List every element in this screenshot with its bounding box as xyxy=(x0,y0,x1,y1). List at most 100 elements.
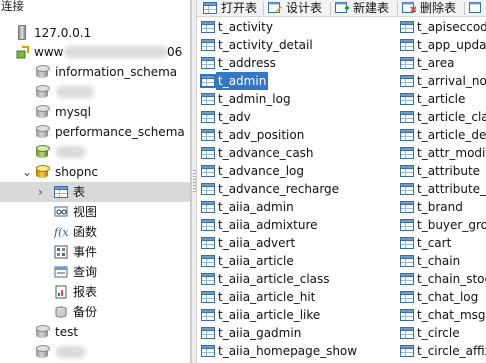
table-name: t_article_det xyxy=(417,128,486,142)
table-icon xyxy=(400,57,414,69)
table-name: t_adv_position xyxy=(218,128,305,142)
tree-item-connection[interactable]: 127.0.0.1 xyxy=(0,23,190,43)
tree-item-database[interactable] xyxy=(0,82,190,102)
database-icon xyxy=(36,65,50,79)
table-icon xyxy=(400,309,414,321)
database-icon xyxy=(36,125,50,139)
database-icon xyxy=(36,345,50,359)
database-label: shopnc xyxy=(55,165,99,179)
table-icon xyxy=(400,255,414,267)
toolbar-separator xyxy=(397,2,398,15)
new-table-label: 新建表 xyxy=(353,1,390,15)
redacted-text xyxy=(56,86,94,98)
tree-item-database[interactable] xyxy=(0,142,190,162)
table-name: t_adv xyxy=(218,110,251,124)
design-table-label: 设计表 xyxy=(286,1,323,15)
table-icon xyxy=(54,186,68,198)
tree-item-label: 备份 xyxy=(73,305,98,319)
tree-item-label: 表 xyxy=(73,185,86,199)
import-button[interactable]: 导 xyxy=(469,0,486,16)
redacted-text xyxy=(56,346,86,358)
table-icon xyxy=(201,93,215,105)
tree-item-database[interactable]: information_schema xyxy=(0,62,190,82)
table-icon xyxy=(400,183,414,195)
toolbar-separator xyxy=(330,2,331,15)
tree-item-reports[interactable]: 报表 xyxy=(0,282,190,302)
design-table-button[interactable]: 设计表 xyxy=(268,0,330,16)
delete-icon xyxy=(402,2,417,14)
new-table-button[interactable]: 新建表 xyxy=(335,0,397,16)
tree-item-backups[interactable]: 备份 xyxy=(0,302,190,322)
table-icon xyxy=(201,39,215,51)
table-name: t_advance_log xyxy=(218,164,305,178)
table-icon xyxy=(201,309,215,321)
tree-item-tables[interactable]: › 表 xyxy=(0,182,190,202)
splitter-grip[interactable] xyxy=(193,170,196,192)
table-name: t_aiia_admin xyxy=(218,200,294,214)
tree-item-views[interactable]: 视图 xyxy=(0,202,190,222)
table-icon xyxy=(400,165,414,177)
table-icon xyxy=(400,129,414,141)
tree-item-functions[interactable]: f(x) 函数 xyxy=(0,222,190,242)
table-icon xyxy=(203,2,217,14)
connection-open-icon xyxy=(16,45,30,59)
table-name: t_advance_cash xyxy=(218,146,314,160)
table-name: t_advance_recharge xyxy=(218,182,340,196)
tree-item-server[interactable]: www 06 xyxy=(0,42,190,62)
chevron-right-icon[interactable]: › xyxy=(38,182,43,202)
table-name: t_circle_affix xyxy=(417,344,486,358)
table-icon xyxy=(200,74,216,88)
table-name: t_aiia_advert xyxy=(218,236,296,250)
delete-table-button[interactable]: 删除表 xyxy=(402,0,464,16)
table-icon xyxy=(400,291,414,303)
database-icon xyxy=(36,145,50,159)
view-icon xyxy=(54,205,68,219)
table-name: t_aiia_article_class xyxy=(218,272,330,286)
table-name: t_circle xyxy=(417,326,460,340)
tree-item-database[interactable]: test xyxy=(0,322,190,342)
tree-item-database[interactable]: mysql xyxy=(0,102,190,122)
tree-item-label: 报表 xyxy=(73,285,98,299)
open-table-button[interactable]: 打开表 xyxy=(203,0,263,16)
import-icon xyxy=(469,2,483,14)
table-icon xyxy=(400,39,414,51)
table-name: t_attr_modif xyxy=(417,146,486,160)
design-icon xyxy=(268,2,282,14)
table-icon xyxy=(201,165,215,177)
database-icon xyxy=(36,85,50,99)
table-icon xyxy=(201,345,215,357)
table-name: t_aiia_homepage_show xyxy=(218,344,358,358)
tree-item-queries[interactable]: 查询 xyxy=(0,262,190,282)
toolbar-separator xyxy=(464,2,465,15)
tree-header: 连接 xyxy=(1,0,24,13)
event-icon xyxy=(54,245,68,259)
tree-item-label: 查询 xyxy=(73,265,98,279)
table-name: t_activity xyxy=(218,20,273,34)
tree-item-database-shopnc[interactable]: ⌄ shopnc xyxy=(0,162,190,182)
table-icon xyxy=(400,111,414,123)
database-icon xyxy=(36,105,50,119)
database-label: mysql xyxy=(55,105,91,119)
table-name: t_aiia_admixture xyxy=(218,218,318,232)
toolbar-separator xyxy=(263,2,264,15)
table-name: t_aiia_article_hit xyxy=(218,290,316,304)
tree-item-events[interactable]: 事件 xyxy=(0,242,190,262)
table-icon xyxy=(201,273,215,285)
table-name: t_admin xyxy=(216,72,269,90)
table-name: t_chat_log xyxy=(417,290,479,304)
server-icon xyxy=(18,25,26,40)
table-name: t_attribute xyxy=(417,164,481,178)
table-icon xyxy=(400,201,414,213)
tree-item-database[interactable] xyxy=(0,342,190,362)
chevron-down-icon[interactable]: ⌄ xyxy=(22,162,32,182)
open-table-label: 打开表 xyxy=(221,1,258,15)
redacted-text xyxy=(64,46,168,58)
table-name: t_aiia_article xyxy=(218,254,294,268)
table-name: t_activity_detail xyxy=(218,38,313,52)
tree-item-database[interactable]: performance_schema xyxy=(0,122,190,142)
object-toolbar: 打开表 设计表 新建表 删除表 导 xyxy=(197,0,486,17)
table-name: t_area xyxy=(417,56,455,70)
table-icon xyxy=(201,183,215,195)
table-name: t_app_updat xyxy=(417,38,486,52)
table-list: t_activity t_activity_detail t_address t_ad… xyxy=(197,18,486,363)
